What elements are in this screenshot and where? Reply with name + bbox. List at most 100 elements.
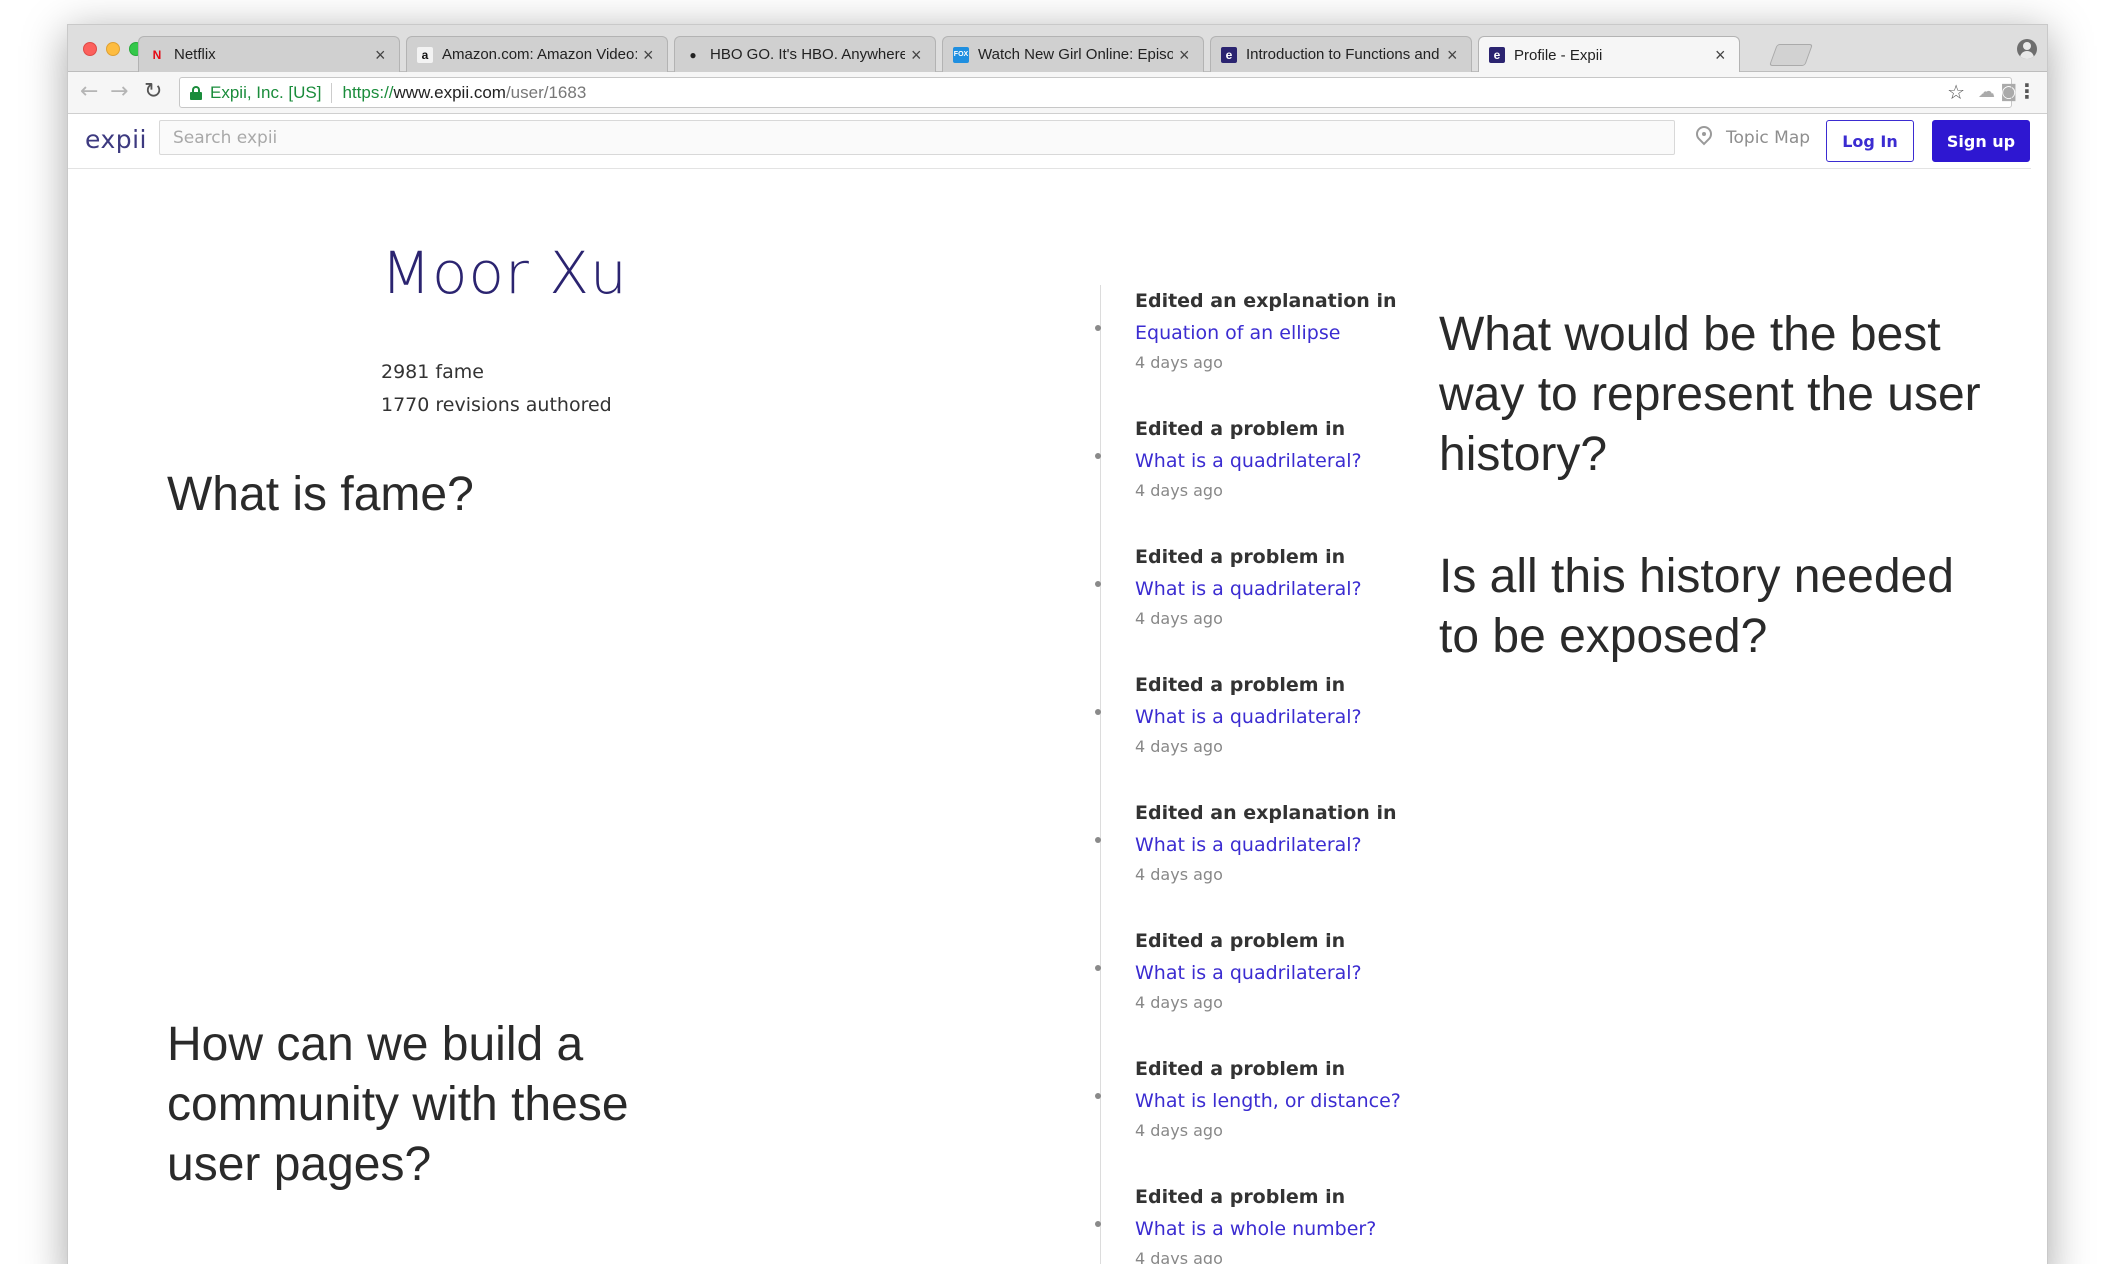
tab-close-icon[interactable]: × [1447,46,1461,64]
page-content: expii Topic Map Log In Sign up Moor Xu 2… [68,115,2031,1264]
activity-action: Edited an explanation in [1135,802,1397,824]
reload-icon[interactable]: ↻ [144,80,162,104]
timeline-dot [1095,1221,1101,1227]
map-pin-icon [1695,126,1713,150]
address-bar[interactable]: Expii, Inc. [US] https:// www.expii.com … [179,77,2012,108]
timeline-dot [1095,965,1101,971]
tab-close-icon[interactable]: × [1179,46,1193,64]
tab[interactable]: e Profile - Expii × [1478,36,1740,73]
activity-topic-link[interactable]: What is a quadrilateral? [1135,574,1455,605]
annotation-history: What would be the best way to represent … [1439,308,1981,481]
activity-topic-link[interactable]: What is a whole number? [1135,1214,1455,1245]
tab[interactable]: e Introduction to Functions and × [1210,36,1472,72]
expii-logo[interactable]: expii [85,125,147,154]
activity-timestamp: 4 days ago [1135,993,1223,1012]
activity-action: Edited a problem in [1135,674,1346,696]
activity-action: Edited a problem in [1135,546,1346,568]
annotation-exposed: Is all this history needed to be exposed… [1439,550,1954,663]
url-scheme: https:// [342,82,394,102]
netflix-icon: N [152,47,162,62]
tab-title: Netflix [174,46,216,63]
topic-map-label: Topic Map [1726,127,1811,148]
camera-extension-icon[interactable]: ◙ [2001,82,2018,102]
activity-topic-link[interactable]: What is length, or distance? [1135,1086,1455,1117]
timeline-line [1100,285,1101,1264]
tab-close-icon[interactable]: × [375,46,389,64]
activity-timestamp: 4 days ago [1135,737,1223,756]
tab[interactable]: ● HBO GO. It's HBO. Anywhere. × [674,36,936,72]
lock-icon [190,85,202,100]
timeline-dot [1095,837,1101,843]
tab-close-icon[interactable]: × [911,46,925,64]
profile-name: Moor Xu [381,239,628,307]
activity-topic-link[interactable]: What is a quadrilateral? [1135,702,1455,733]
browser-toolbar: ← → ↻ Expii, Inc. [US] https:// www.expi… [68,72,2047,114]
activity-timestamp: 4 days ago [1135,609,1223,628]
close-window-button[interactable] [83,42,97,56]
url-host: www.expii.com [393,82,506,102]
topic-map-link[interactable]: Topic Map [1695,120,1810,155]
sign-up-button[interactable]: Sign up [1932,120,2030,162]
revisions-count: 1770 revisions authored [381,394,612,416]
activity-timestamp: 4 days ago [1135,1121,1223,1140]
timeline-dot [1095,709,1101,715]
browser-menu-icon[interactable]: ⋮ [2017,80,2037,102]
tab[interactable]: a Amazon.com: Amazon Video: / × [406,36,668,72]
activity-item: Edited a problem in What is a quadrilater… [1095,925,1455,1017]
tab-title: HBO GO. It's HBO. Anywhere. [710,46,905,63]
forward-arrow-icon[interactable]: → [110,80,128,104]
browser-window: N Netflix × a Amazon.com: Amazon Video: / × ● H… [67,24,2048,1264]
search-input[interactable] [159,120,1675,155]
timeline-dot [1095,1093,1101,1099]
profile-icon[interactable] [2017,39,2037,59]
tab-strip: N Netflix × a Amazon.com: Amazon Video: / × ● H… [68,25,2047,73]
tab-close-icon[interactable]: × [1715,46,1729,64]
log-in-button[interactable]: Log In [1826,120,1914,162]
activity-topic-link[interactable]: What is a quadrilateral? [1135,830,1455,861]
ev-certificate-name[interactable]: Expii, Inc. [US] [210,83,321,103]
tab[interactable]: FOX Watch New Girl Online: Episod × [942,36,1204,72]
activity-action: Edited an explanation in [1135,290,1397,312]
bookmark-star-icon[interactable]: ☆ [1947,81,1965,103]
fox-icon: FOX [953,46,969,63]
activity-action: Edited a problem in [1135,1186,1346,1208]
tab-title: Introduction to Functions and [1246,46,1440,63]
activity-item: Edited a problem in What is length, or di… [1095,1053,1455,1145]
tab[interactable]: N Netflix × [138,36,400,72]
url-divider [331,82,333,103]
minimize-window-button[interactable] [106,42,120,56]
fame-count: 2981 fame [381,361,484,383]
annotation-fame: What is fame? [167,468,474,521]
new-tab-button[interactable] [1768,44,1814,66]
cloud-extension-icon[interactable]: ☁ [1978,82,1995,102]
timeline-dot [1095,453,1101,459]
annotation-community: How can we build a community with these … [167,1018,629,1191]
activity-action: Edited a problem in [1135,930,1346,952]
amazon-icon: a [417,46,433,63]
tab-title: Profile - Expii [1514,46,1603,64]
tab-title: Amazon.com: Amazon Video: / [442,46,637,63]
tab-title: Watch New Girl Online: Episod [978,46,1173,63]
activity-item: Edited an explanation in Equation of an e… [1095,285,1455,377]
activity-timestamp: 4 days ago [1135,481,1223,500]
hbo-icon: ● [689,47,697,62]
activity-topic-link[interactable]: What is a quadrilateral? [1135,446,1455,477]
activity-item: Edited a problem in What is a quadrilater… [1095,669,1455,761]
activity-timestamp: 4 days ago [1135,1249,1223,1264]
activity-timestamp: 4 days ago [1135,353,1223,372]
expii-icon: e [1489,47,1505,63]
activity-item: Edited a problem in What is a quadrilater… [1095,541,1455,633]
activity-topic-link[interactable]: Equation of an ellipse [1135,318,1455,349]
url-path: /user/1683 [505,82,587,102]
expii-icon: e [1221,46,1237,63]
activity-timestamp: 4 days ago [1135,865,1223,884]
activity-action: Edited a problem in [1135,1058,1346,1080]
activity-topic-link[interactable]: What is a quadrilateral? [1135,958,1455,989]
timeline-dot [1095,581,1101,587]
timeline-dot [1095,325,1101,331]
activity-action: Edited a problem in [1135,418,1346,440]
back-arrow-icon[interactable]: ← [80,80,98,104]
activity-item: Edited a problem in What is a whole numbe… [1095,1181,1455,1264]
tab-close-icon[interactable]: × [643,46,657,64]
site-header: expii Topic Map Log In Sign up [68,115,2031,169]
